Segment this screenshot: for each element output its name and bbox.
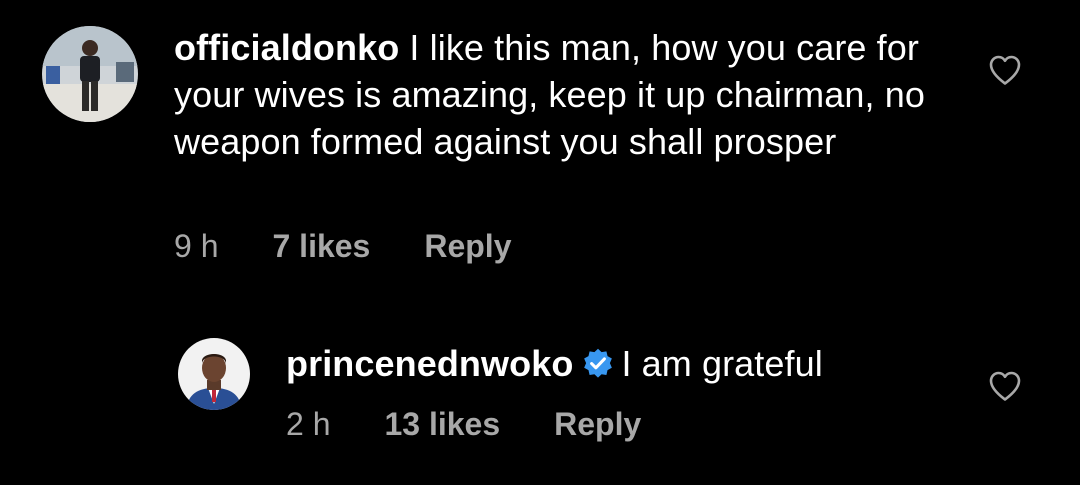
verified-badge-icon xyxy=(584,348,613,378)
comment-officialdonko: officialdonko I like this man, how you c… xyxy=(0,0,1080,290)
likes-count[interactable]: 13 likes xyxy=(384,406,500,443)
comment-princenednwoko: princenednwoko I am grateful 2 h 13 like… xyxy=(0,290,1080,485)
likes-count[interactable]: 7 likes xyxy=(272,228,370,265)
comment-body: officialdonko I like this man, how you c… xyxy=(174,24,934,165)
username[interactable]: officialdonko xyxy=(174,27,399,68)
comment-meta: 9 h 7 likes Reply xyxy=(174,228,511,265)
heart-outline-icon[interactable] xyxy=(988,370,1022,402)
timestamp: 9 h xyxy=(174,228,219,264)
username[interactable]: princenednwoko xyxy=(286,343,573,384)
comment-meta: 2 h 13 likes Reply xyxy=(286,406,641,443)
comment-body: princenednwoko I am grateful xyxy=(286,340,926,387)
user-avatar-photo-icon xyxy=(42,26,138,122)
comment-text: I am grateful xyxy=(621,343,823,384)
reply-button[interactable]: Reply xyxy=(424,228,511,265)
timestamp: 2 h xyxy=(286,406,331,442)
reply-button[interactable]: Reply xyxy=(554,406,641,443)
avatar[interactable] xyxy=(178,338,250,410)
user-avatar-photo-icon xyxy=(178,338,250,410)
heart-outline-icon[interactable] xyxy=(988,54,1022,86)
avatar[interactable] xyxy=(42,26,138,122)
